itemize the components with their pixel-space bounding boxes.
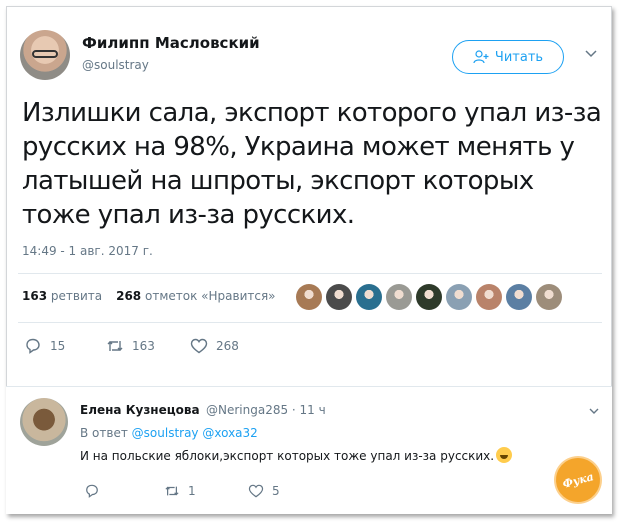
divider [18,273,602,274]
reply-reply-action[interactable] [84,484,100,498]
divider [6,386,612,387]
liker-avatar[interactable] [446,284,472,310]
heart-icon [248,484,264,498]
like-stat[interactable]: 268 отметок «Нравится» [116,289,275,303]
liker-avatar[interactable] [506,284,532,310]
follow-button[interactable]: Читать [452,40,564,74]
liker-avatar[interactable] [326,284,352,310]
reply-to-line: В ответ @soulstray @xoxa32 [80,426,258,440]
liker-avatar[interactable] [476,284,502,310]
liker-avatar[interactable] [386,284,412,310]
divider [18,322,602,323]
add-user-icon [473,50,489,64]
reply-icon [26,338,40,354]
chevron-down-icon[interactable] [588,406,600,416]
reply-action[interactable]: 15 [24,338,65,354]
chevron-down-icon[interactable] [584,48,598,60]
like-count: 268 [216,339,239,353]
tweet-timestamp[interactable]: 14:49 - 1 авг. 2017 г. [22,244,153,258]
retweet-icon [107,341,123,351]
author-handle[interactable]: @soulstray [82,58,149,72]
liker-avatar[interactable] [416,284,442,310]
reply-retweet-count: 1 [188,484,196,498]
reply-like-count: 5 [272,484,280,498]
reply-tweet[interactable]: Елена Кузнецова @Neringa285 · 11 ч В отв… [6,386,612,514]
retweet-stat[interactable]: 163 ретвита [22,289,102,303]
retweet-icon [165,486,179,496]
likers-avatars [296,284,562,310]
follow-label: Читать [494,49,544,65]
reply-text: И на польские яблоки,экспорт которых тож… [80,447,513,463]
tweet-stats: 163 ретвита 268 отметок «Нравится» [22,289,276,303]
reply-retweet-action[interactable]: 1 [164,484,196,498]
reply-author-name[interactable]: Елена Кузнецова [80,403,200,417]
laughing-emoji-icon [496,447,513,463]
tweet-text: Излишки сала, экспорт которого упал из-з… [22,98,602,230]
reply-author-avatar[interactable] [20,398,68,446]
retweet-count: 163 [132,339,155,353]
like-action[interactable]: 268 [190,338,239,354]
author-name[interactable]: Филипп Масловский [82,34,260,52]
mention-link[interactable]: @soulstray [132,426,199,440]
reply-author-handle[interactable]: @Neringa285 · 11 ч [206,403,326,417]
reply-count: 15 [50,339,66,353]
retweet-action[interactable]: 163 [106,338,155,354]
liker-avatar[interactable] [536,284,562,310]
liker-avatar[interactable] [296,284,322,310]
mention-link[interactable]: @xoxa32 [202,426,257,440]
reply-like-action[interactable]: 5 [248,484,280,498]
reply-icon [86,484,98,498]
author-avatar[interactable] [20,30,70,80]
heart-icon [190,338,208,354]
liker-avatar[interactable] [356,284,382,310]
